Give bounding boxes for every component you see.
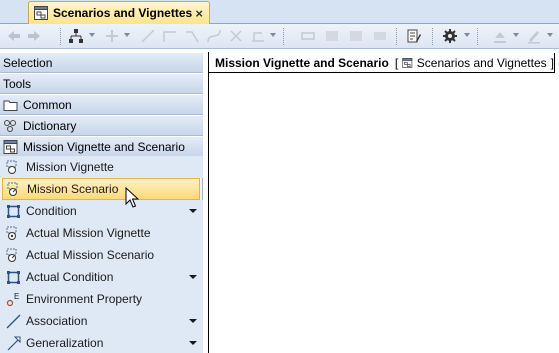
chevron-down-icon[interactable] — [513, 33, 519, 37]
diagram-type-label: Scenarios and Vignettes — [416, 55, 547, 70]
folder-icon — [3, 100, 18, 111]
palette-group-mission-vignette-and-scenario[interactable]: Mission Vignette and Scenario — [0, 136, 203, 157]
gear-icon[interactable] — [442, 28, 458, 44]
diagram-frame-header[interactable]: Mission Vignette and Scenario [ Scenario… — [209, 53, 555, 73]
toolbar-separator — [432, 28, 434, 45]
palette-item-association[interactable]: Association — [0, 310, 203, 332]
palette-item-label: Condition — [26, 204, 77, 218]
toolbar-separator — [283, 28, 285, 45]
layout-tree-icon[interactable] — [68, 28, 84, 44]
tab-strip: Scenarios and Vignettes × — [0, 0, 559, 24]
close-icon[interactable]: × — [195, 7, 203, 20]
palette-item-generalization[interactable]: Generalization — [0, 332, 203, 353]
shape-fill-icon[interactable] — [348, 28, 364, 44]
environment-property-icon: E — [6, 292, 19, 306]
path-oblique-icon[interactable] — [184, 28, 200, 44]
chevron-down-icon[interactable] — [464, 33, 470, 37]
palette-item-label: Actual Condition — [26, 270, 114, 284]
chevron-down-icon[interactable] — [189, 341, 197, 345]
chevron-down-icon[interactable] — [189, 209, 197, 213]
palette-item-actual-mission-scenario[interactable]: Actual Mission Scenario — [0, 244, 203, 266]
association-icon — [6, 314, 21, 328]
chevron-down-icon[interactable] — [189, 319, 197, 323]
tab-scenarios-and-vignettes[interactable]: Scenarios and Vignettes × — [28, 1, 210, 24]
dictionary-icon — [4, 119, 16, 132]
palette-group-tools[interactable]: Tools — [0, 73, 203, 94]
palette-item-label: Mission Vignette — [26, 160, 114, 174]
diagram-icon — [402, 57, 413, 68]
actual-mission-scenario-icon — [6, 248, 17, 262]
palette-group-label: Mission Vignette and Scenario — [23, 139, 185, 154]
toolbar-separator — [60, 28, 62, 45]
chevron-down-icon[interactable] — [547, 33, 553, 37]
palette-group-common[interactable]: Common — [0, 94, 203, 115]
palette-item-label: Association — [26, 314, 88, 328]
diagram-icon — [3, 139, 18, 154]
generalization-icon — [7, 336, 21, 350]
palette-group-selection[interactable]: Selection — [0, 52, 203, 73]
shape-rect-icon[interactable] — [324, 28, 340, 44]
condition-icon — [7, 204, 20, 218]
palette-item-label: Generalization — [26, 336, 104, 350]
palette-group-label: Dictionary — [23, 118, 77, 133]
diagram-toolbar — [0, 24, 559, 49]
chevron-down-icon[interactable] — [270, 33, 276, 37]
palette-item-mission-vignette[interactable]: Mission Vignette — [0, 156, 203, 178]
palette-group-label: Selection — [3, 55, 53, 70]
fill-color-icon[interactable] — [492, 28, 508, 44]
palette-group-label: Tools — [3, 76, 32, 91]
actual-condition-icon — [7, 270, 20, 284]
align-icon[interactable] — [104, 28, 120, 44]
palette-item-label: Actual Mission Vignette — [26, 226, 151, 240]
tab-label: Scenarios and Vignettes — [53, 6, 193, 20]
shape-fill-2-icon[interactable] — [372, 28, 388, 44]
back-arrow-icon[interactable] — [6, 28, 22, 44]
diagram-frame-name: Mission Vignette and Scenario — [215, 55, 389, 70]
path-style-icon[interactable] — [250, 28, 266, 44]
path-rectilinear-icon[interactable] — [162, 28, 178, 44]
path-reset-icon[interactable] — [228, 28, 244, 44]
toolbar-separator — [477, 28, 479, 45]
forward-arrow-icon[interactable] — [26, 28, 42, 44]
palette-item-condition[interactable]: Condition — [0, 200, 203, 222]
mission-scenario-icon — [7, 182, 18, 196]
svg-text:E: E — [14, 292, 19, 301]
line-color-icon[interactable] — [526, 28, 542, 44]
palette-item-label: Actual Mission Scenario — [26, 248, 155, 262]
palette-item-label: Environment Property — [26, 292, 143, 306]
close-bracket: ] — [550, 55, 554, 70]
mission-vignette-icon — [6, 160, 17, 174]
palette-item-label: Mission Scenario — [27, 182, 119, 196]
path-bezier-icon[interactable] — [206, 28, 222, 44]
palette-item-actual-condition[interactable]: Actual Condition — [0, 266, 203, 288]
diagram-canvas[interactable]: Mission Vignette and Scenario [ Scenario… — [204, 52, 559, 353]
toolbar-separator — [396, 28, 398, 45]
diagram-frame[interactable] — [208, 52, 558, 353]
arrange-icon[interactable] — [300, 28, 316, 44]
properties-icon[interactable] — [406, 28, 422, 44]
chevron-down-icon[interactable] — [189, 275, 197, 279]
palette-item-mission-scenario[interactable]: Mission Scenario — [2, 178, 200, 200]
palette-item-actual-mission-vignette[interactable]: Actual Mission Vignette — [0, 222, 203, 244]
palette-item-environment-property[interactable]: E Environment Property — [0, 288, 203, 310]
open-bracket: [ — [394, 55, 399, 70]
chevron-down-icon[interactable] — [124, 33, 130, 37]
palette-group-label: Common — [23, 97, 72, 112]
palette: Selection Tools Common Dictionary Missio… — [0, 52, 203, 353]
diagram-icon — [34, 6, 48, 20]
actual-mission-vignette-icon — [6, 226, 17, 240]
palette-group-dictionary[interactable]: Dictionary — [0, 115, 203, 136]
chevron-down-icon[interactable] — [89, 33, 95, 37]
path-straight-icon[interactable] — [140, 28, 156, 44]
mouse-pointer-icon — [125, 187, 139, 208]
